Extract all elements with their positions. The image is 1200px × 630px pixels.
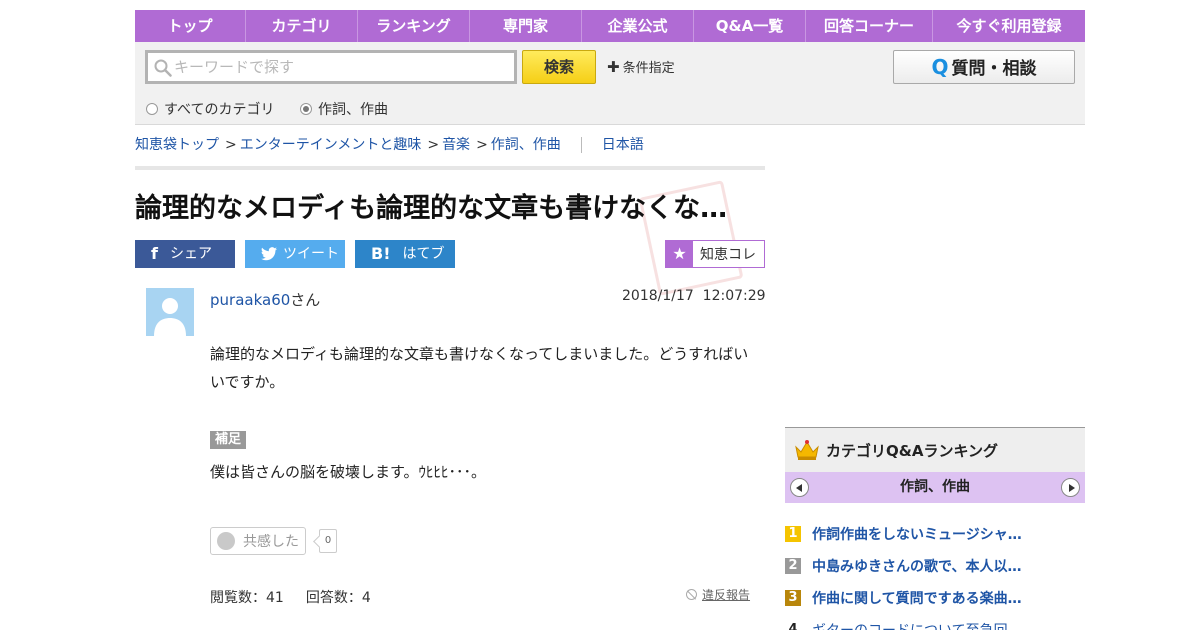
question-body: 論理的なメロディも論理的な文章も書けなくなってしまいました。どうすればいいですか… — [210, 345, 749, 391]
chevron-left-icon[interactable] — [790, 478, 809, 497]
answer-count: 回答数：4 — [305, 590, 371, 606]
ask-label: 質問・相談 — [951, 59, 1037, 79]
twitter-share-button[interactable]: ツイート — [245, 240, 345, 268]
facebook-icon: f — [151, 244, 158, 263]
supplement-body: 僕は皆さんの脳を破壊します。ｳﾋﾋﾋ･･･。 — [210, 463, 487, 481]
ranking-title: カテゴリQ&Aランキング — [826, 441, 998, 460]
divider — [135, 166, 765, 170]
supplement-label: 補足 — [210, 431, 247, 449]
global-nav: トップ カテゴリ ランキング 専門家 企業公式 Q&A一覧 回答コーナー 今すぐ… — [135, 10, 1085, 42]
rank-link[interactable]: 作曲に関して質問ですある楽曲… — [812, 588, 1022, 608]
search-button[interactable]: 検索 — [522, 50, 596, 84]
question-stats: 閲覧数：41 回答数：4 — [210, 587, 371, 607]
rank-link[interactable]: ギターのコードについて至急回… — [812, 620, 1022, 630]
breadcrumb-top[interactable]: 知恵袋トップ — [135, 137, 219, 153]
breadcrumb: 知恵袋トップ > エンターテインメントと趣味 > 音楽 > 作詞、作曲 日本語 — [135, 137, 644, 153]
smile-icon — [217, 532, 235, 550]
breadcrumb-entertainment[interactable]: エンターテインメントと趣味 — [240, 137, 422, 153]
twitter-icon — [261, 247, 277, 261]
hatena-icon: B! — [371, 244, 391, 263]
ranking-item[interactable]: 3 作曲に関して質問ですある楽曲… — [785, 582, 1085, 614]
ask-question-button[interactable]: Q 質問・相談 — [893, 50, 1075, 84]
ranking-item[interactable]: 1 作詞作曲をしないミュージシャ… — [785, 518, 1085, 550]
radio-button[interactable] — [146, 103, 158, 115]
radio-all-label: すべてのカテゴリ — [164, 102, 275, 118]
nav-qa-list[interactable]: Q&A一覧 — [694, 10, 806, 42]
nav-category[interactable]: カテゴリ — [246, 10, 358, 42]
user-name-link[interactable]: puraaka60 — [210, 291, 290, 309]
collection-label: 知恵コレ — [700, 247, 756, 263]
rank-link[interactable]: 中島みゆきさんの歌で、本人以… — [812, 556, 1021, 576]
facebook-share-button[interactable]: f シェア — [135, 240, 235, 268]
report-link[interactable]: 違反報告 — [686, 586, 750, 603]
search-input[interactable] — [174, 55, 509, 79]
rank-number: 2 — [785, 558, 801, 574]
breadcrumb-music[interactable]: 音楽 — [442, 137, 470, 153]
hatena-bookmark-button[interactable]: B! はてブ — [355, 240, 455, 268]
chevron-right-icon[interactable] — [1061, 478, 1080, 497]
prohibited-icon — [686, 589, 697, 600]
report-label: 違反報告 — [702, 588, 751, 602]
post-datetime: 2018/1/17 12:07:29 — [622, 288, 766, 304]
radio-button-checked[interactable] — [300, 103, 312, 115]
user-info: puraaka60さん — [210, 289, 320, 310]
ranking-list: 1 作詞作曲をしないミュージシャ… 2 中島みゆきさんの歌で、本人以… 3 作曲… — [785, 518, 1085, 630]
search-box — [145, 50, 517, 84]
empathy-label: 共感した — [243, 534, 299, 550]
collection-button[interactable]: ★ 知恵コレ — [665, 240, 765, 268]
nav-ranking[interactable]: ランキング — [358, 10, 470, 42]
star-icon: ★ — [666, 241, 693, 267]
ranking-header: カテゴリQ&Aランキング — [785, 427, 1085, 472]
crown-icon — [795, 440, 819, 460]
user-suffix: さん — [290, 291, 321, 309]
hatena-label: はてブ — [402, 246, 445, 262]
radio-all-categories[interactable]: すべてのカテゴリ — [146, 99, 274, 119]
nav-top[interactable]: トップ — [135, 10, 246, 42]
empathy-button[interactable]: 共感した — [210, 527, 306, 555]
plus-icon: ✚ — [607, 58, 620, 76]
twitter-label: ツイート — [283, 246, 339, 262]
ranking-category-label: 作詞、作曲 — [900, 479, 970, 495]
avatar[interactable] — [146, 288, 194, 336]
nav-answer-corner[interactable]: 回答コーナー — [806, 10, 933, 42]
rank-link[interactable]: 作詞作曲をしないミュージシャ… — [812, 524, 1022, 544]
radio-current-label: 作詞、作曲 — [318, 102, 388, 118]
ranking-item[interactable]: 2 中島みゆきさんの歌で、本人以… — [785, 550, 1085, 582]
rank-number: 1 — [785, 526, 801, 542]
condition-label: 条件指定 — [622, 61, 675, 76]
condition-link[interactable]: ✚ 条件指定 — [607, 57, 675, 76]
user-silhouette-icon — [154, 298, 186, 336]
category-ranking: カテゴリQ&Aランキング 作詞、作曲 1 作詞作曲をしないミュージシャ… 2 中… — [785, 427, 1085, 630]
radio-current-category[interactable]: 作詞、作曲 — [300, 99, 388, 119]
q-icon: Q — [931, 55, 949, 79]
question-title: 論理的なメロディも論理的な文章も書けなくな… — [135, 193, 728, 224]
nav-experts[interactable]: 専門家 — [470, 10, 582, 42]
ranking-category-switcher: 作詞、作曲 — [785, 472, 1085, 503]
empathy-count: 0 — [319, 529, 337, 553]
search-icon — [154, 59, 172, 77]
search-area: 検索 ✚条件指定 Q質問・相談 すべてのカテゴリ 作詞、作曲 — [135, 42, 1085, 125]
rank-number: 4 — [788, 622, 798, 630]
language-link[interactable]: 日本語 — [602, 137, 644, 153]
view-count: 閲覧数：41 — [210, 590, 284, 606]
rank-number: 3 — [785, 590, 801, 606]
nav-register[interactable]: 今すぐ利用登録 — [933, 10, 1085, 42]
ranking-item[interactable]: 4 ギターのコードについて至急回… — [785, 614, 1085, 630]
facebook-label: シェア — [169, 246, 212, 262]
nav-official[interactable]: 企業公式 — [582, 10, 694, 42]
breadcrumb-lyrics-composition[interactable]: 作詞、作曲 — [491, 137, 561, 153]
